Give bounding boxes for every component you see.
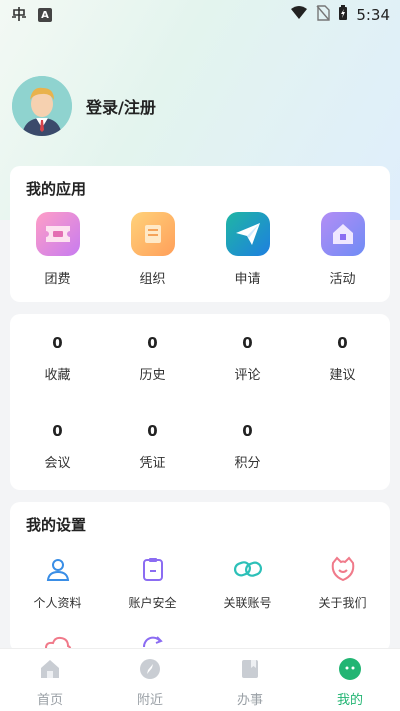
avatar[interactable]: [12, 76, 72, 136]
tab-home[interactable]: 首页: [0, 649, 100, 711]
settings-row-1: 个人资料 账户安全 关联账号 关于我们: [10, 554, 390, 611]
bug-icon: [10, 5, 28, 26]
my-apps-card: 我的应用 团费 组织 申请 活动: [10, 166, 390, 302]
stat-item-history[interactable]: 0 历史: [105, 334, 200, 383]
tab-label: 首页: [36, 693, 63, 708]
setting-item-security[interactable]: 账户安全: [105, 554, 200, 611]
login-register-link[interactable]: 登录/注册: [86, 94, 156, 118]
my-stats-card: 0 收藏 0 历史 0 评论 0 建议 0 会议 0 凭证 0 积分: [10, 314, 390, 490]
apps-row: 团费 组织 申请 活动: [10, 212, 390, 287]
stat-item-vouchers[interactable]: 0 凭证: [105, 422, 200, 471]
stat-label: 评论: [234, 368, 261, 383]
tab-label: 我的: [336, 693, 363, 708]
stats-row-1: 0 收藏 0 历史 0 评论 0 建议: [10, 334, 390, 383]
stat-label: 收藏: [44, 368, 71, 383]
app-label: 活动: [329, 272, 356, 287]
profile-face-icon: [338, 657, 362, 681]
stat-value: 0: [52, 334, 63, 352]
app-item-organization[interactable]: 组织: [105, 212, 200, 287]
setting-item-about[interactable]: 关于我们: [295, 554, 390, 611]
tab-nearby[interactable]: 附近: [100, 649, 200, 711]
cat-face-icon: [328, 554, 358, 584]
stat-value: 0: [147, 334, 158, 352]
clipboard-icon: [138, 554, 168, 584]
my-settings-card: 我的设置 个人资料 账户安全 关联账号 关于我们: [10, 502, 390, 652]
profile-header[interactable]: 登录/注册: [12, 76, 156, 136]
stat-label: 凭证: [139, 456, 166, 471]
setting-label: 关联账号: [223, 596, 272, 610]
setting-label: 个人资料: [33, 596, 82, 610]
setting-item-profile[interactable]: 个人资料: [10, 554, 105, 611]
stat-value: 0: [147, 422, 158, 440]
paper-plane-icon: [225, 212, 270, 256]
stat-value: 0: [52, 422, 63, 440]
person-icon: [43, 554, 73, 584]
my-settings-title: 我的设置: [26, 516, 87, 534]
tab-label: 办事: [236, 693, 263, 708]
app-label: 组织: [139, 272, 166, 287]
stat-label: 积分: [234, 456, 261, 471]
bottom-tab-bar: 首页 附近 办事 我的: [0, 648, 400, 711]
book-icon: [238, 657, 262, 681]
setting-label: 账户安全: [128, 596, 177, 610]
home-icon: [38, 657, 62, 681]
app-label: 团费: [44, 272, 71, 287]
ticket-icon: [35, 212, 80, 256]
compass-icon: [138, 657, 162, 681]
stats-row-2: 0 会议 0 凭证 0 积分: [10, 422, 390, 471]
organization-icon: [130, 212, 175, 256]
tab-affairs[interactable]: 办事: [200, 649, 300, 711]
stat-item-meetings[interactable]: 0 会议: [10, 422, 105, 471]
stat-item-points[interactable]: 0 积分: [200, 422, 295, 471]
app-item-apply[interactable]: 申请: [200, 212, 295, 287]
stat-label: 会议: [44, 456, 71, 471]
battery-charging-icon: [338, 5, 348, 25]
a-badge-icon: A: [38, 8, 52, 22]
stat-label: 历史: [139, 368, 166, 383]
status-time: 5:34: [356, 6, 390, 24]
stat-value: 0: [242, 422, 253, 440]
tab-label: 附近: [136, 693, 163, 708]
stat-value: 0: [337, 334, 348, 352]
stat-label: 建议: [329, 368, 356, 383]
status-bar: A 5:34: [0, 0, 400, 30]
stat-item-comments[interactable]: 0 评论: [200, 334, 295, 383]
stat-value: 0: [242, 334, 253, 352]
setting-label: 关于我们: [318, 596, 367, 610]
stat-item-favorites[interactable]: 0 收藏: [10, 334, 105, 383]
tab-mine[interactable]: 我的: [300, 649, 400, 711]
house-icon: [320, 212, 365, 256]
link-icon: [233, 554, 263, 584]
app-item-fee[interactable]: 团费: [10, 212, 105, 287]
app-item-activity[interactable]: 活动: [295, 212, 390, 287]
no-sim-icon: [316, 5, 331, 25]
wifi-icon: [290, 6, 308, 24]
setting-item-linked-accounts[interactable]: 关联账号: [200, 554, 295, 611]
stat-item-suggestions[interactable]: 0 建议: [295, 334, 390, 383]
app-label: 申请: [234, 272, 261, 287]
my-apps-title: 我的应用: [26, 180, 87, 198]
